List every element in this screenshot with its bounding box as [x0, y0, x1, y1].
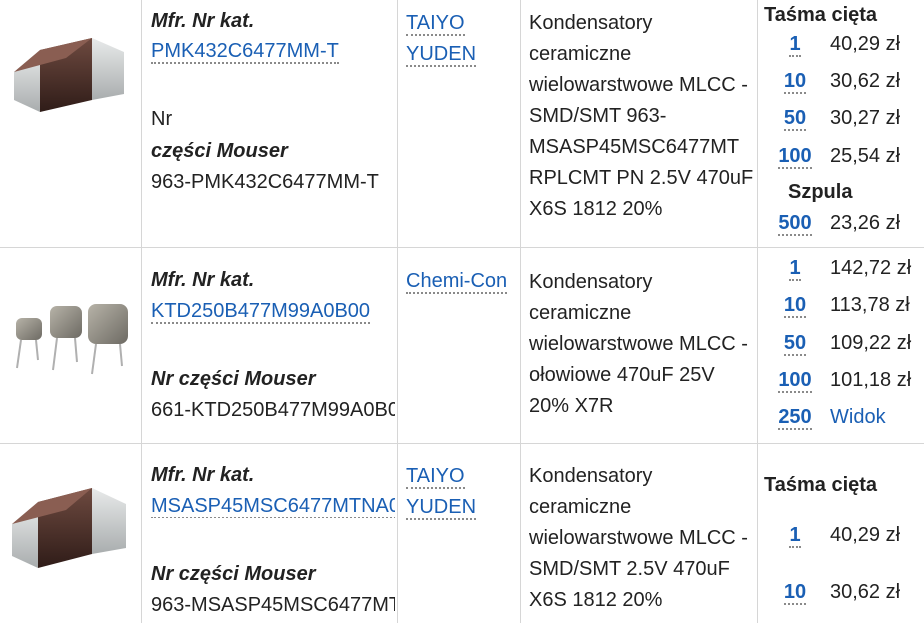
unit-price: 101,18 zł [830, 369, 912, 391]
mfr-pn-label: Mfr. Nr kat. [151, 10, 255, 32]
manufacturer-link[interactable]: TAIYO YUDEN [406, 461, 477, 523]
mouser-part-number: 661-KTD250B477M99A0B00 [151, 399, 395, 421]
qty-link[interactable]: 500 [768, 212, 822, 236]
product-row: Mfr. Nr kat. PMK432C6477MM-T Nr części M… [0, 0, 924, 248]
product-description: Kondensatory ceramiczne wielowarstwowe M… [529, 12, 754, 220]
view-pricing-link[interactable]: Widok [830, 406, 886, 429]
mfr-pn-label: Mfr. Nr kat. [151, 464, 255, 486]
price-break-row: 10 113,78 zł [758, 294, 924, 324]
price-breaks: Taśma cięta 1 40,29 zł 10 30,62 zł [758, 444, 924, 623]
qty-link[interactable]: 100 [768, 369, 822, 393]
unit-price: 30,62 zł [830, 581, 901, 603]
mfr-part-number-link[interactable]: MSASP45MSC6477MTNA01 [151, 495, 395, 518]
unit-price: 23,26 zł [830, 212, 901, 234]
price-breaks: 1 142,72 zł 10 113,78 zł 50 109,22 zł 10… [758, 248, 924, 443]
price-break-row: 1 142,72 zł [758, 257, 924, 287]
mouser-pn-label: Nr części Mouser [151, 368, 316, 390]
qty-link[interactable]: 1 [768, 524, 822, 548]
mouser-part-number: 963-MSASP45MSC6477MTNA01 [151, 594, 395, 616]
qty-link[interactable]: 10 [768, 70, 822, 94]
mouser-pn-label-line2: części Mouser [151, 140, 288, 162]
unit-price: 113,78 zł [830, 294, 910, 316]
qty-link[interactable]: 50 [768, 332, 822, 356]
price-break-row: 1 40,29 zł [758, 33, 924, 63]
unit-price: 109,22 zł [830, 332, 912, 354]
qty-link[interactable]: 1 [768, 33, 822, 57]
price-break-row: 1 40,29 zł [758, 524, 924, 554]
product-row: Mfr. Nr kat. KTD250B477M99A0B00 Nr częśc… [0, 248, 924, 444]
unit-price: 40,29 zł [830, 524, 901, 546]
smd-capacitor-image [14, 38, 124, 112]
mouser-pn-label-line1: Nr [151, 108, 173, 130]
unit-price: 25,54 zł [830, 145, 901, 167]
price-break-row: 10 30,62 zł [758, 70, 924, 100]
price-break-row: 50 30,27 zł [758, 107, 924, 137]
product-row: Mfr. Nr kat. MSASP45MSC6477MTNA01 Nr czę… [0, 444, 924, 623]
unit-price: 30,62 zł [830, 70, 901, 92]
price-break-row: 100 101,18 zł [758, 369, 924, 399]
qty-link[interactable]: 10 [768, 581, 822, 605]
unit-price: 40,29 zł [830, 33, 901, 55]
price-break-row: 10 30,62 zł [758, 581, 924, 611]
product-description: Kondensatory ceramiczne wielowarstwowe M… [529, 271, 748, 417]
mouser-part-number: 963-PMK432C6477MM-T [151, 171, 379, 193]
price-breaks: Taśma cięta 1 40,29 zł 10 30,62 zł 50 30… [758, 0, 924, 247]
price-heading-cut-tape: Taśma cięta [764, 4, 878, 26]
unit-price: 142,72 zł [830, 257, 912, 279]
qty-link[interactable]: 50 [768, 107, 822, 131]
smd-capacitor-image [12, 488, 126, 568]
product-image[interactable] [0, 248, 142, 443]
mouser-pn-label: Nr części Mouser [151, 563, 316, 585]
qty-link[interactable]: 1 [768, 257, 822, 281]
price-heading-reel: Szpula [788, 181, 853, 203]
mfr-pn-label: Mfr. Nr kat. [151, 269, 255, 291]
price-break-row: 250 Widok [758, 406, 924, 436]
mfr-part-number-link[interactable]: KTD250B477M99A0B00 [151, 300, 371, 324]
mfr-part-number-link[interactable]: PMK432C6477MM-T [151, 40, 339, 64]
qty-link[interactable]: 250 [768, 406, 822, 430]
qty-link[interactable]: 100 [768, 145, 822, 169]
radial-capacitor-image [16, 304, 128, 375]
price-break-row: 500 23,26 zł [758, 212, 924, 242]
price-break-row: 100 25,54 zł [758, 145, 924, 175]
product-image[interactable] [0, 0, 142, 247]
manufacturer-link[interactable]: Chemi-Con [406, 266, 508, 297]
unit-price: 30,27 zł [830, 107, 901, 129]
product-image[interactable] [0, 444, 142, 623]
price-heading-cut-tape: Taśma cięta [764, 474, 878, 496]
qty-link[interactable]: 10 [768, 294, 822, 318]
manufacturer-link[interactable]: TAIYO YUDEN [406, 8, 477, 70]
price-break-row: 50 109,22 zł [758, 332, 924, 362]
product-description: Kondensatory ceramiczne wielowarstwowe M… [529, 465, 748, 611]
